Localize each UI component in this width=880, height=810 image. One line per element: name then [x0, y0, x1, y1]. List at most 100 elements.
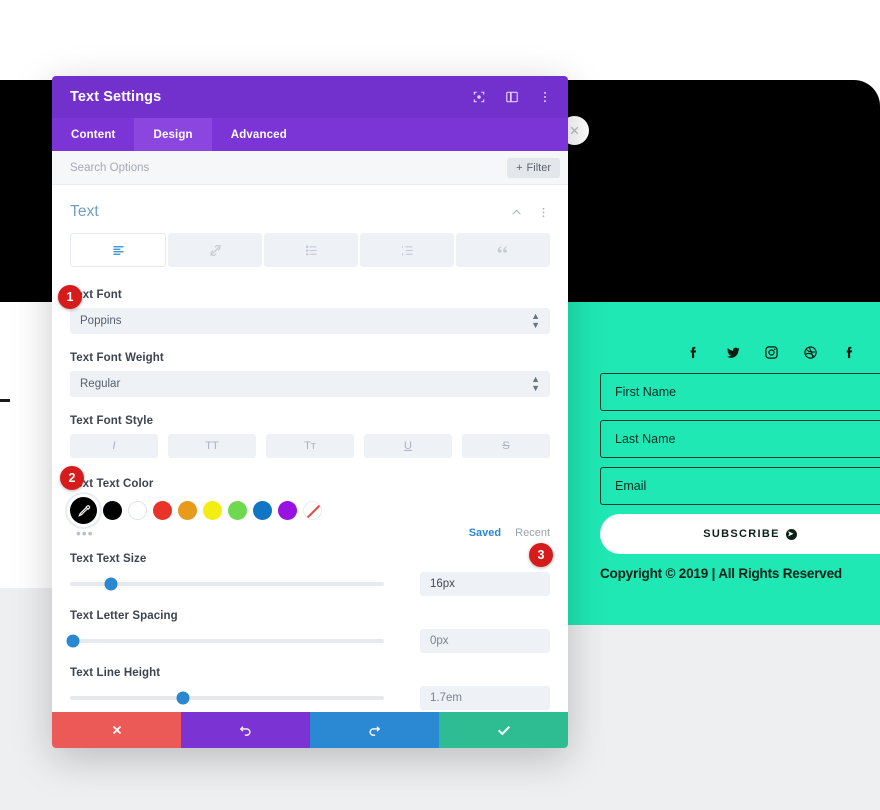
facebook-icon[interactable]: [685, 344, 702, 361]
annotation-badge-3: 3: [529, 543, 553, 567]
text-settings-modal: Text Settings Content Design Advanced Se…: [52, 76, 568, 748]
page-background-strip: [0, 588, 60, 628]
align-left-icon[interactable]: [70, 233, 166, 267]
modal-body: Text Text Font Poppins ▲ ▼ Text Font Wei…: [52, 185, 568, 712]
color-swatch-row: [70, 497, 550, 524]
check-icon: [497, 725, 510, 736]
blockquote-icon[interactable]: [456, 233, 550, 267]
swatch-green[interactable]: [228, 501, 247, 520]
modal-title: Text Settings: [70, 89, 162, 105]
swatch-red[interactable]: [153, 501, 172, 520]
text-font-weight-select[interactable]: Regular ▲ ▼: [70, 371, 550, 397]
text-size-slider[interactable]: [70, 575, 420, 593]
slider-track: [70, 691, 384, 705]
uppercase-button[interactable]: TT: [168, 434, 256, 458]
italic-button[interactable]: I: [70, 434, 158, 458]
undo-icon: [239, 725, 251, 736]
text-size-input[interactable]: 16px: [420, 572, 550, 596]
modal-footer: [52, 712, 568, 748]
screenshot-root: omers ut us eers act us og: [0, 0, 880, 810]
text-font-weight-value: Regular: [80, 378, 121, 390]
cancel-button[interactable]: [52, 712, 181, 748]
close-icon: [570, 126, 579, 135]
letter-spacing-field: Text Letter Spacing 0px: [66, 610, 550, 653]
swatch-none[interactable]: [303, 501, 322, 520]
section-title: Text: [70, 203, 99, 220]
smallcaps-button[interactable]: Tт: [266, 434, 354, 458]
split-view-icon[interactable]: [504, 90, 519, 105]
underline-button[interactable]: U: [364, 434, 452, 458]
line-height-slider[interactable]: [70, 689, 420, 707]
first-name-input[interactable]: First Name: [600, 373, 880, 411]
text-font-value: Poppins: [80, 315, 122, 327]
last-name-input[interactable]: Last Name: [600, 420, 880, 458]
modal-header-actions: [471, 90, 552, 105]
subscribe-button[interactable]: SUBSCRIBE ➤: [600, 514, 880, 554]
tab-advanced[interactable]: Advanced: [212, 118, 306, 151]
dribbble-icon[interactable]: [802, 344, 819, 361]
undo-button[interactable]: [181, 712, 310, 748]
letter-spacing-input[interactable]: 0px: [420, 629, 550, 653]
strikethrough-button[interactable]: S: [462, 434, 550, 458]
tab-content[interactable]: Content: [52, 118, 134, 151]
text-section-header[interactable]: Text: [70, 185, 550, 233]
swatch-purple[interactable]: [278, 501, 297, 520]
search-options-bar: Search Options + Filter: [52, 151, 568, 185]
email-input[interactable]: Email: [600, 467, 880, 505]
recent-colors-tab[interactable]: Recent: [515, 527, 550, 539]
swatch-white[interactable]: [128, 501, 147, 520]
slider-knob[interactable]: [104, 577, 118, 591]
chevron-up-icon[interactable]: [510, 206, 523, 219]
twitter-icon[interactable]: [724, 344, 741, 361]
text-font-label: Text Font: [70, 289, 122, 301]
slider-knob[interactable]: [176, 691, 190, 705]
search-input[interactable]: Search Options: [70, 162, 507, 174]
text-font-weight-label: Text Font Weight: [70, 352, 164, 364]
save-button[interactable]: [439, 712, 568, 748]
unlink-icon[interactable]: [168, 233, 262, 267]
swatch-black[interactable]: [103, 501, 122, 520]
annotation-badge-1: 1: [58, 285, 82, 309]
redo-button[interactable]: [310, 712, 439, 748]
swatch-orange[interactable]: [178, 501, 197, 520]
slider-track: [70, 577, 384, 591]
kebab-menu-icon[interactable]: [537, 206, 550, 219]
text-font-style-label: Text Font Style: [70, 415, 154, 427]
line-height-input[interactable]: 1.7em: [420, 686, 550, 710]
close-icon: [112, 725, 121, 735]
chevron-updown-icon: ▲ ▼: [531, 311, 540, 330]
arrow-right-icon: ➤: [785, 528, 797, 540]
target-icon[interactable]: [471, 90, 486, 105]
underline-glyph: U: [404, 440, 412, 452]
plus-icon: +: [516, 161, 523, 174]
subscribe-label: SUBSCRIBE: [703, 528, 780, 540]
kebab-menu-icon[interactable]: [537, 90, 552, 105]
numbered-list-icon[interactable]: [360, 233, 454, 267]
tab-design[interactable]: Design: [134, 118, 212, 151]
letter-spacing-slider[interactable]: [66, 632, 420, 650]
instagram-icon[interactable]: [763, 344, 780, 361]
facebook-icon[interactable]: [841, 344, 858, 361]
color-row-footer: ••• Saved Recent: [70, 526, 550, 540]
modal-header: Text Settings: [52, 76, 568, 118]
strikethrough-glyph: S: [502, 440, 510, 452]
chevron-updown-icon: ▲ ▼: [531, 374, 540, 393]
page-top-whitespace: [0, 0, 880, 80]
bulleted-list-icon[interactable]: [264, 233, 358, 267]
subscribe-form: First Name Last Name Email SUBSCRIBE ➤ C…: [600, 344, 880, 581]
swatch-yellow[interactable]: [203, 501, 222, 520]
slider-track: [66, 634, 384, 648]
italic-glyph: I: [112, 440, 116, 452]
swatch-blue[interactable]: [253, 501, 272, 520]
copyright-text: Copyright © 2019 | All Rights Reserved: [600, 566, 842, 581]
filter-button[interactable]: + Filter: [507, 157, 560, 178]
annotation-badge-2: 2: [60, 466, 84, 490]
slider-knob[interactable]: [66, 634, 80, 648]
text-font-select[interactable]: Poppins ▲ ▼: [70, 308, 550, 334]
eyedropper-icon[interactable]: [70, 497, 97, 524]
line-height-field: Text Line Height 1.7em: [70, 667, 550, 710]
line-height-label: Text Line Height: [70, 667, 161, 679]
saved-colors-tab[interactable]: Saved: [469, 527, 501, 539]
text-size-label: Text Text Size: [70, 553, 147, 565]
ellipsis-icon[interactable]: •••: [70, 526, 469, 540]
